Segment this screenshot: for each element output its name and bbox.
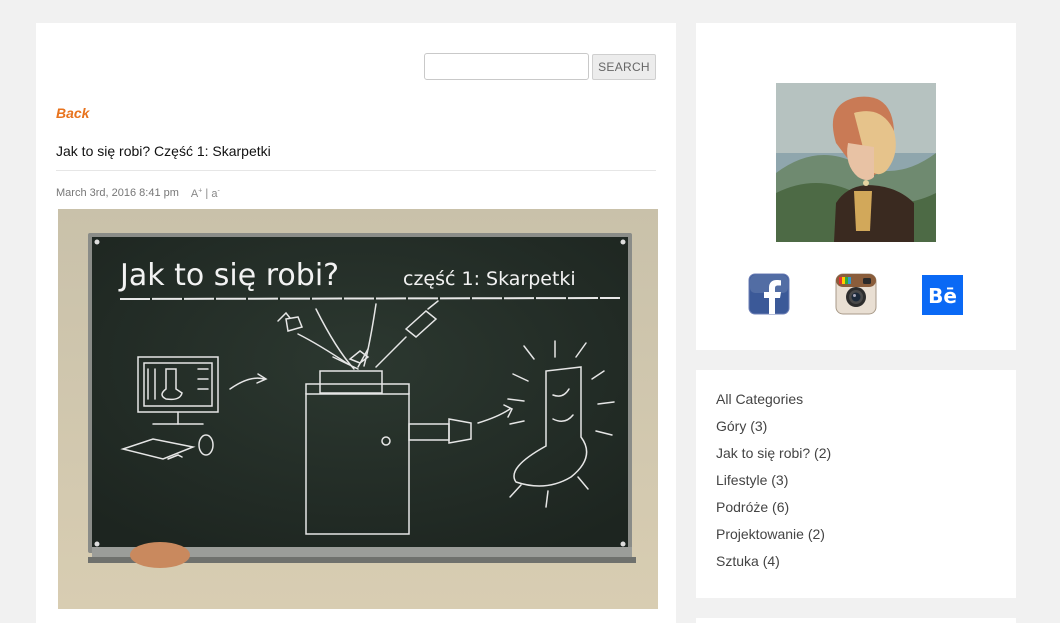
back-link[interactable]: Back bbox=[56, 105, 89, 121]
chalkboard-illustration: Jak to się robi? część 1: Skarpetki bbox=[58, 209, 658, 609]
board-title: Jak to się robi? bbox=[118, 258, 339, 293]
portrait-illustration bbox=[776, 83, 936, 242]
list-item[interactable]: Jak to się robi? (2) bbox=[716, 444, 831, 471]
font-size-controls: A+ | a- bbox=[191, 187, 220, 200]
categories-card: All Categories Góry (3) Jak to się robi?… bbox=[696, 370, 1016, 598]
board-eraser bbox=[130, 542, 190, 568]
post-date: March 3rd, 2016 8:41 pm bbox=[56, 187, 179, 199]
profile-card: Bē bbox=[696, 23, 1016, 350]
instagram-icon[interactable] bbox=[835, 273, 877, 315]
category-list: All Categories Góry (3) Jak to się robi?… bbox=[716, 390, 831, 579]
category-gory-link[interactable]: Góry (3) bbox=[716, 418, 767, 434]
list-item[interactable]: Sztuka (4) bbox=[716, 552, 831, 579]
facebook-icon[interactable] bbox=[748, 273, 790, 315]
title-divider bbox=[56, 170, 656, 171]
category-podroze-link[interactable]: Podróże (6) bbox=[716, 499, 789, 515]
font-decrease-button[interactable]: a- bbox=[211, 187, 219, 200]
font-controls-separator: | bbox=[205, 187, 209, 200]
post-card: SEARCH Back Jak to się robi? Część 1: Sk… bbox=[36, 23, 676, 623]
post-title: Jak to się robi? Część 1: Skarpetki bbox=[56, 143, 271, 159]
category-all-link[interactable]: All Categories bbox=[716, 391, 803, 407]
behance-label: Bē bbox=[928, 284, 957, 308]
list-item[interactable]: Lifestyle (3) bbox=[716, 471, 831, 498]
category-sztuka-link[interactable]: Sztuka (4) bbox=[716, 553, 780, 569]
category-lifestyle-link[interactable]: Lifestyle (3) bbox=[716, 472, 788, 488]
list-item[interactable]: All Categories bbox=[716, 390, 831, 417]
list-item[interactable]: Podróże (6) bbox=[716, 498, 831, 525]
post-hero-image: Jak to się robi? część 1: Skarpetki bbox=[58, 209, 658, 609]
search-button[interactable]: SEARCH bbox=[592, 54, 656, 80]
board-subtitle: część 1: Skarpetki bbox=[403, 268, 576, 290]
category-jak-to-sie-robi-link[interactable]: Jak to się robi? (2) bbox=[716, 445, 831, 461]
search-input[interactable] bbox=[424, 53, 589, 80]
sidebar-card-partial bbox=[696, 618, 1016, 623]
font-increase-button[interactable]: A+ bbox=[191, 187, 202, 200]
post-meta: March 3rd, 2016 8:41 pm A+ | a- bbox=[56, 187, 220, 200]
author-portrait bbox=[776, 83, 936, 242]
behance-icon[interactable]: Bē bbox=[922, 275, 963, 315]
list-item[interactable]: Projektowanie (2) bbox=[716, 525, 831, 552]
list-item[interactable]: Góry (3) bbox=[716, 417, 831, 444]
category-projektowanie-link[interactable]: Projektowanie (2) bbox=[716, 526, 825, 542]
